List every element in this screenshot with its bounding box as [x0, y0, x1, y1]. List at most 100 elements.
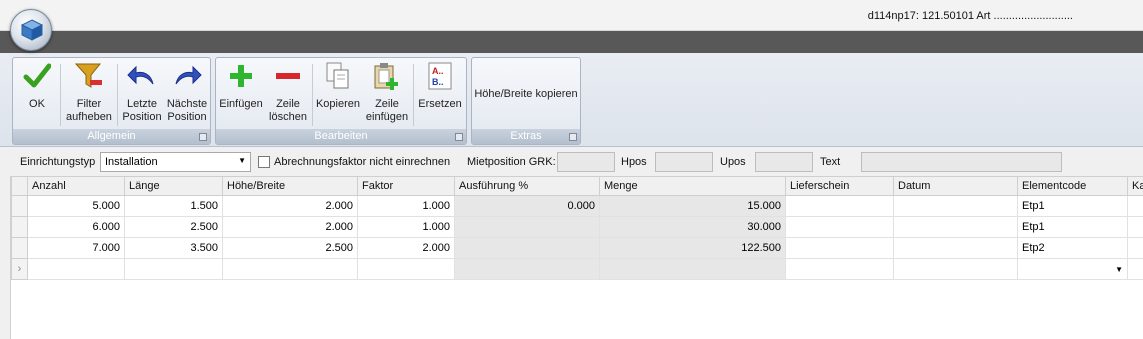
cube-icon — [20, 19, 44, 41]
column-header-menge[interactable]: Menge — [599, 176, 786, 196]
column-header-hoehe-breite[interactable]: Höhe/Breite — [222, 176, 358, 196]
cell-anzahl[interactable] — [27, 258, 125, 280]
grid-left-edge — [0, 176, 11, 339]
cell-faktor[interactable]: 2.000 — [357, 237, 455, 259]
cell-laenge[interactable]: 1.500 — [124, 195, 223, 217]
copy-icon — [326, 62, 349, 89]
table-row[interactable]: 7.000 3.500 2.500 2.000 122.500 Etp2 — [11, 237, 1143, 259]
cell-hoehe-breite[interactable]: 2.000 — [222, 195, 358, 217]
cell-kat[interactable] — [1127, 258, 1143, 280]
hpos-field[interactable] — [655, 152, 713, 172]
table-header: Anzahl Länge Höhe/Breite Faktor Ausführu… — [11, 176, 1143, 196]
new-row-indicator-icon[interactable]: › — [11, 258, 28, 280]
arrow-forward-icon — [175, 65, 202, 85]
next-position-button[interactable]: Nächste Position — [165, 60, 209, 130]
cell-lieferschein[interactable] — [785, 195, 894, 217]
cell-datum[interactable] — [893, 237, 1018, 259]
filter-reset-button[interactable]: Filter aufheben — [63, 60, 115, 130]
cell-lieferschein[interactable] — [785, 237, 894, 259]
replace-icon: A..B.. — [428, 62, 452, 90]
ok-button[interactable]: OK — [17, 60, 57, 130]
column-header-elementcode[interactable]: Elementcode — [1017, 176, 1128, 196]
cell-faktor[interactable] — [357, 258, 455, 280]
delete-label-line1: Zeile — [276, 98, 300, 110]
row-selector[interactable] — [11, 216, 28, 238]
delete-row-button[interactable]: Zeile löschen — [266, 60, 310, 130]
column-header-lieferschein[interactable]: Lieferschein — [785, 176, 894, 196]
arrow-back-icon — [127, 65, 154, 85]
cell-hoehe-breite[interactable] — [222, 258, 358, 280]
window-title: d114np17: 121.50101 Art ................… — [867, 10, 1073, 22]
dialog-launcher-icon[interactable] — [455, 133, 463, 141]
filter-bar: Einrichtungstyp Installation ▼ Abrechnun… — [0, 147, 1143, 175]
cell-menge: 122.500 — [599, 237, 786, 259]
cell-menge: 30.000 — [599, 216, 786, 238]
prev-label-line2: Position — [122, 111, 162, 123]
cell-ausfuehrung[interactable] — [454, 258, 600, 280]
group-label-extras: Extras — [472, 129, 580, 144]
upos-label: Upos — [720, 156, 746, 168]
filter-label-line1: Filter — [76, 98, 102, 110]
replace-label: Ersetzen — [418, 98, 462, 110]
table-row[interactable]: 6.000 2.500 2.000 1.000 30.000 Etp1 — [11, 216, 1143, 238]
text-label: Text — [820, 156, 841, 168]
cell-kat[interactable] — [1127, 195, 1143, 217]
previous-position-button[interactable]: Letzte Position — [120, 60, 164, 130]
mietposition-field[interactable] — [557, 152, 615, 172]
cell-ausfuehrung[interactable] — [454, 216, 600, 238]
application-menu-button[interactable] — [10, 9, 52, 51]
row-header-corner — [11, 176, 28, 196]
paste-row-button[interactable]: Zeile einfügen — [364, 60, 410, 130]
column-header-kat[interactable]: Kat — [1127, 176, 1143, 196]
column-header-ausfuehrung[interactable]: Ausführung % — [454, 176, 600, 196]
insert-button[interactable]: Einfügen — [218, 60, 264, 130]
cell-elementcode[interactable]: Etp1 — [1017, 195, 1128, 217]
cell-laenge[interactable]: 3.500 — [124, 237, 223, 259]
cell-faktor[interactable]: 1.000 — [357, 195, 455, 217]
checkmark-icon — [23, 63, 51, 88]
dialog-launcher-icon[interactable] — [199, 133, 207, 141]
cell-anzahl[interactable]: 6.000 — [27, 216, 125, 238]
type-dropdown[interactable]: Installation ▼ — [100, 152, 251, 172]
dialog-launcher-icon[interactable] — [569, 133, 577, 141]
column-header-faktor[interactable]: Faktor — [357, 176, 455, 196]
upos-field[interactable] — [755, 152, 813, 172]
cell-datum[interactable] — [893, 216, 1018, 238]
cell-elementcode[interactable]: Etp2 — [1017, 237, 1128, 259]
elementcode-dropdown[interactable]: ▼ — [1017, 258, 1128, 280]
cell-anzahl[interactable]: 5.000 — [27, 195, 125, 217]
cell-kat[interactable] — [1127, 237, 1143, 259]
column-header-laenge[interactable]: Länge — [124, 176, 223, 196]
row-selector[interactable] — [11, 237, 28, 259]
factor-checkbox[interactable] — [258, 156, 270, 168]
column-header-datum[interactable]: Datum — [893, 176, 1018, 196]
group-label-bearbeiten: Bearbeiten — [216, 129, 466, 144]
cell-hoehe-breite[interactable]: 2.000 — [222, 216, 358, 238]
filter-label-line2: aufheben — [66, 111, 112, 123]
cell-kat[interactable] — [1127, 216, 1143, 238]
cell-elementcode[interactable]: Etp1 — [1017, 216, 1128, 238]
hpos-label: Hpos — [621, 156, 647, 168]
text-field[interactable] — [861, 152, 1062, 172]
cell-ausfuehrung[interactable] — [454, 237, 600, 259]
cell-hoehe-breite[interactable]: 2.500 — [222, 237, 358, 259]
positions-table: Anzahl Länge Höhe/Breite Faktor Ausführu… — [11, 176, 1143, 280]
row-selector[interactable] — [11, 195, 28, 217]
type-label: Einrichtungstyp — [20, 156, 96, 168]
cell-anzahl[interactable]: 7.000 — [27, 237, 125, 259]
copy-button[interactable]: Kopieren — [315, 60, 361, 130]
cell-laenge[interactable] — [124, 258, 223, 280]
separator — [117, 64, 118, 126]
cell-lieferschein[interactable] — [785, 216, 894, 238]
factor-checkbox-label: Abrechnungsfaktor nicht einrechnen — [274, 156, 451, 168]
cell-faktor[interactable]: 1.000 — [357, 216, 455, 238]
cell-lieferschein[interactable] — [785, 258, 894, 280]
column-header-anzahl[interactable]: Anzahl — [27, 176, 125, 196]
table-row[interactable]: 5.000 1.500 2.000 1.000 0.000 15.000 Etp… — [11, 195, 1143, 217]
cell-datum[interactable] — [893, 195, 1018, 217]
cell-ausfuehrung[interactable]: 0.000 — [454, 195, 600, 217]
replace-button[interactable]: A.. B.. Ersetzen — [416, 60, 464, 130]
cell-datum[interactable] — [893, 258, 1018, 280]
cell-laenge[interactable]: 2.500 — [124, 216, 223, 238]
new-row[interactable]: › ▼ — [11, 258, 1143, 280]
